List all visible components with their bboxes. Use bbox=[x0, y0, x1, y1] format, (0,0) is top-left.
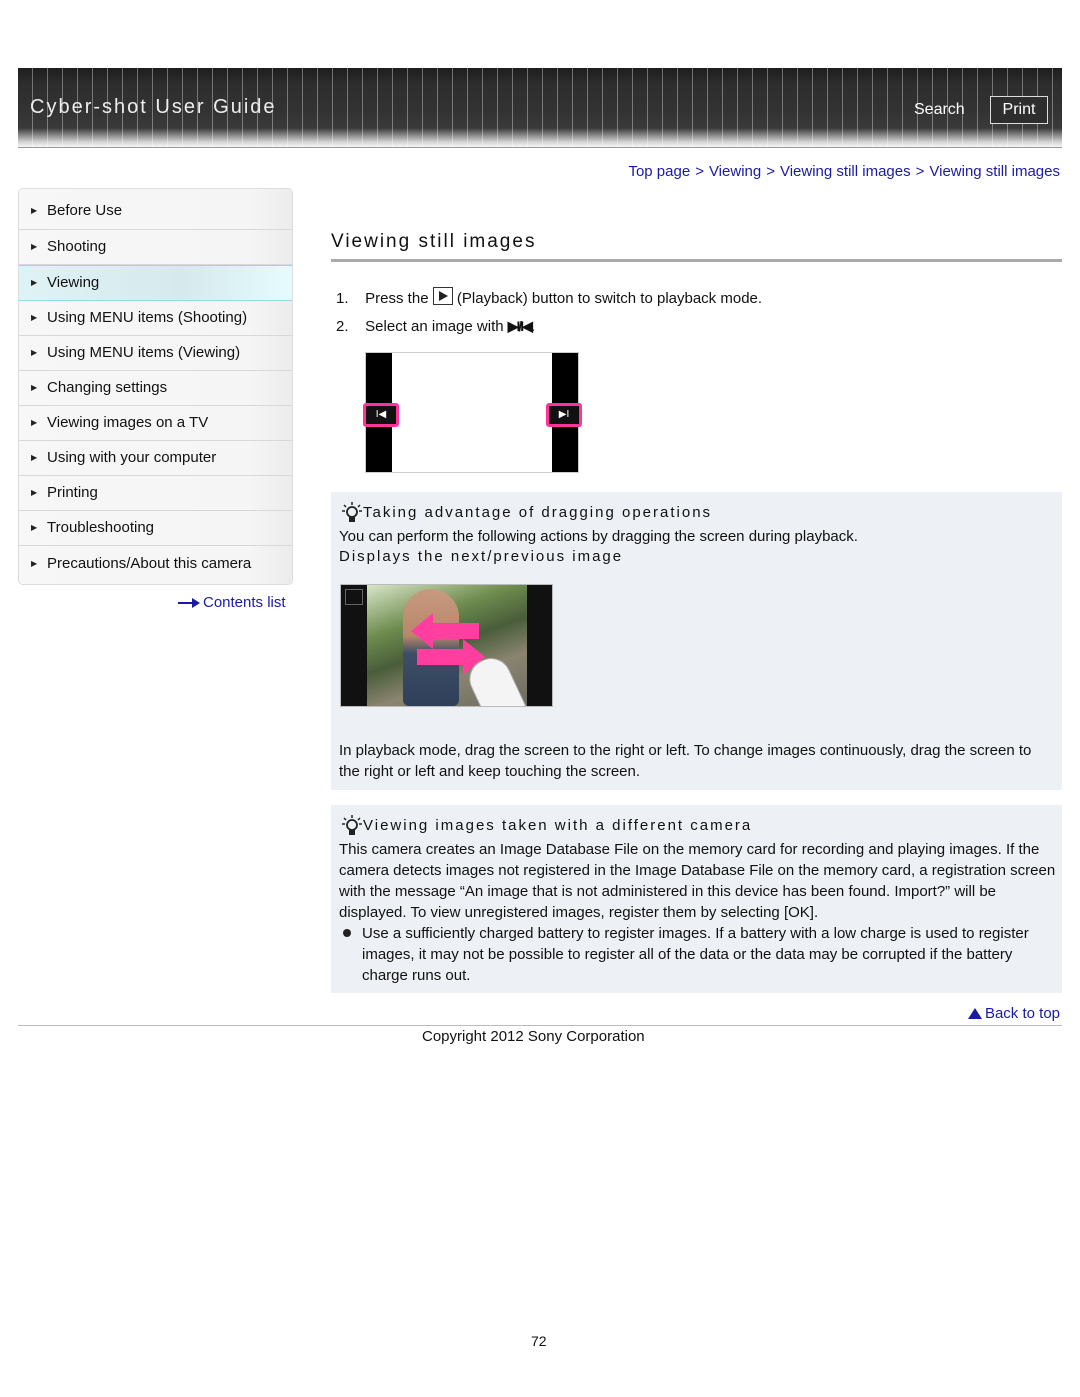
breadcrumb-current[interactable]: Viewing still images bbox=[929, 163, 1060, 180]
copyright: Copyright 2012 Sony Corporation bbox=[422, 1028, 645, 1045]
triangle-right-icon: ▶ bbox=[31, 488, 38, 497]
hint-box-different-camera: Viewing images taken with a different ca… bbox=[331, 805, 1062, 993]
page-number: 72 bbox=[531, 1333, 547, 1349]
header-divider bbox=[18, 147, 1062, 148]
sidebar-item-label: Troubleshooting bbox=[47, 519, 155, 536]
header-banner: Cyber-shot User Guide Search Print bbox=[18, 68, 1062, 148]
contents-list-label: Contents list bbox=[203, 594, 286, 611]
next-image-icon: ▶I bbox=[546, 403, 582, 427]
step-text: Select an image with bbox=[365, 318, 504, 335]
sidebar-item-label: Changing settings bbox=[47, 379, 168, 396]
screen-illustration: I◀ ▶I bbox=[363, 352, 582, 473]
photo-frame-marker bbox=[345, 589, 363, 605]
breadcrumb-viewing-still-images[interactable]: Viewing still images bbox=[780, 163, 911, 180]
title-divider bbox=[331, 259, 1062, 262]
bullet-icon bbox=[343, 929, 351, 937]
step-1: 1. Press the (Playback) button to switch… bbox=[336, 287, 762, 315]
step-text: . bbox=[530, 318, 536, 335]
sidebar-item-before-use[interactable]: ▶ Before Use bbox=[19, 189, 292, 230]
triangle-right-icon: ▶ bbox=[31, 313, 38, 322]
next-prev-icon: ▶I/I◀ bbox=[507, 318, 533, 334]
lightbulb-hint-icon bbox=[342, 815, 362, 835]
playback-icon bbox=[432, 287, 453, 305]
page-title: Viewing still images bbox=[331, 231, 537, 252]
sidebar-item-precautions[interactable]: ▶ Precautions/About this camera bbox=[19, 546, 292, 584]
step-text: Press the bbox=[365, 290, 429, 307]
hint-body: This camera creates an Image Database Fi… bbox=[339, 841, 1056, 921]
drag-illustration-photo bbox=[340, 584, 553, 707]
print-button[interactable]: Print bbox=[990, 96, 1048, 124]
sidebar-item-label: Using MENU items (Viewing) bbox=[47, 344, 241, 361]
sidebar-item-viewing[interactable]: ▶ Viewing bbox=[19, 265, 292, 301]
triangle-right-icon: ▶ bbox=[31, 453, 38, 462]
contents-list-link[interactable]: Contents list bbox=[178, 594, 286, 611]
triangle-right-icon: ▶ bbox=[31, 559, 38, 568]
breadcrumb-top-page[interactable]: Top page bbox=[628, 163, 690, 180]
sidebar-item-label: Using MENU items (Shooting) bbox=[47, 309, 248, 326]
triangle-right-icon: ▶ bbox=[31, 242, 38, 251]
footer-divider bbox=[18, 1025, 1062, 1026]
hint-title: Taking advantage of dragging operations bbox=[341, 501, 712, 523]
triangle-right-icon: ▶ bbox=[31, 206, 38, 215]
search-link[interactable]: Search bbox=[914, 101, 965, 119]
sidebar-item-label: Before Use bbox=[47, 202, 123, 219]
step-number: 2. bbox=[336, 318, 349, 335]
previous-image-icon: I◀ bbox=[363, 403, 399, 427]
hint-bullet: Use a sufficiently charged battery to re… bbox=[339, 923, 1056, 986]
steps-list: 1. Press the (Playback) button to switch… bbox=[336, 287, 762, 343]
hint-title-text: Viewing images taken with a different ca… bbox=[363, 817, 753, 834]
hint-title: Viewing images taken with a different ca… bbox=[341, 814, 752, 836]
sidebar-item-computer[interactable]: ▶ Using with your computer bbox=[19, 441, 292, 476]
triangle-right-icon: ▶ bbox=[31, 278, 38, 287]
sidebar-nav: ▶ Before Use ▶ Shooting ▶ Viewing ▶ Using ME… bbox=[18, 188, 293, 585]
breadcrumb-separator: > bbox=[766, 163, 775, 180]
hint-title-text: Taking advantage of dragging operations bbox=[363, 504, 713, 521]
breadcrumb-viewing[interactable]: Viewing bbox=[709, 163, 761, 180]
hint-bullet-text: Use a sufficiently charged battery to re… bbox=[362, 925, 1029, 984]
hint-subheading: Displays the next/previous image bbox=[339, 548, 624, 565]
step-text: (Playback) button to switch to playback … bbox=[456, 290, 763, 307]
lightbulb-hint-icon bbox=[342, 502, 362, 522]
sidebar-item-printing[interactable]: ▶ Printing bbox=[19, 476, 292, 511]
triangle-right-icon: ▶ bbox=[31, 418, 38, 427]
sidebar-item-menu-shooting[interactable]: ▶ Using MENU items (Shooting) bbox=[19, 301, 292, 336]
breadcrumb-separator: > bbox=[915, 163, 925, 180]
triangle-right-icon: ▶ bbox=[31, 523, 38, 532]
hint-intro: You can perform the following actions by… bbox=[339, 528, 858, 545]
triangle-right-icon: ▶ bbox=[31, 348, 38, 357]
hint-body: In playback mode, drag the screen to the… bbox=[339, 742, 1032, 780]
sidebar-item-shooting[interactable]: ▶ Shooting bbox=[19, 230, 292, 265]
sidebar-item-label: Viewing images on a TV bbox=[47, 414, 209, 431]
app-title: Cyber-shot User Guide bbox=[30, 96, 277, 118]
triangle-up-icon bbox=[967, 1008, 982, 1019]
breadcrumb: Top page > Viewing > Viewing still images > Vi… bbox=[628, 163, 1060, 180]
sidebar-item-label: Viewing bbox=[47, 274, 100, 291]
sidebar-item-viewing-tv[interactable]: ▶ Viewing images on a TV bbox=[19, 406, 292, 441]
sidebar-item-label: Using with your computer bbox=[47, 449, 217, 466]
sidebar-item-label: Shooting bbox=[47, 238, 107, 255]
triangle-right-icon: ▶ bbox=[31, 383, 38, 392]
sidebar-item-label: Precautions/About this camera bbox=[47, 555, 252, 572]
step-2: 2. Select an image with ▶I/I◀. bbox=[336, 315, 762, 343]
back-to-top-label: Back to top bbox=[984, 1005, 1060, 1022]
breadcrumb-separator: > bbox=[695, 163, 704, 180]
sidebar-item-changing-settings[interactable]: ▶ Changing settings bbox=[19, 371, 292, 406]
back-to-top-link[interactable]: Back to top bbox=[967, 1005, 1060, 1022]
sidebar-item-troubleshooting[interactable]: ▶ Troubleshooting bbox=[19, 511, 292, 546]
sidebar-item-menu-viewing[interactable]: ▶ Using MENU items (Viewing) bbox=[19, 336, 292, 371]
step-number: 1. bbox=[336, 290, 349, 307]
sidebar-item-label: Printing bbox=[47, 484, 98, 501]
arrow-right-icon bbox=[178, 598, 200, 609]
